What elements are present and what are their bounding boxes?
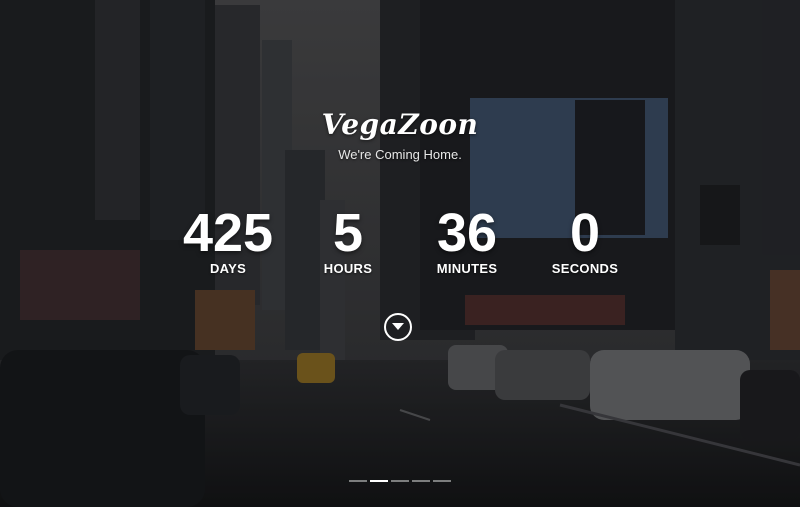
slider-dot-5[interactable] (433, 480, 451, 482)
slider-dot-1[interactable] (349, 480, 367, 482)
days-label: DAYS (209, 261, 247, 276)
countdown: 425 DAYS 5 HOURS 36 MINUTES 0 SECONDS (0, 205, 800, 285)
hours-label: HOURS (323, 261, 373, 276)
slider-dot-2[interactable] (370, 480, 388, 482)
logo: VegaZoon (321, 108, 479, 141)
chevron-down-icon (392, 323, 404, 330)
countdown-days: 425 DAYS (168, 205, 288, 276)
slider-dot-4[interactable] (412, 480, 430, 482)
minutes-label: MINUTES (436, 261, 498, 276)
countdown-hours: 5 HOURS (288, 205, 408, 276)
tagline: We're Coming Home. (338, 147, 462, 162)
minutes-value: 36 (436, 203, 498, 263)
countdown-seconds: 0 SECONDS (525, 205, 645, 276)
days-value: 425 (182, 203, 274, 263)
seconds-value: 0 (569, 203, 601, 263)
slider-dot-3[interactable] (391, 480, 409, 482)
scroll-down-button[interactable] (384, 313, 412, 341)
seconds-label: SECONDS (551, 261, 619, 276)
hero-section: VegaZoon We're Coming Home. 425 DAYS 5 H… (0, 0, 800, 507)
hours-value: 5 (332, 203, 364, 263)
countdown-minutes: 36 MINUTES (407, 205, 527, 276)
brand: VegaZoon We're Coming Home. (0, 108, 800, 162)
